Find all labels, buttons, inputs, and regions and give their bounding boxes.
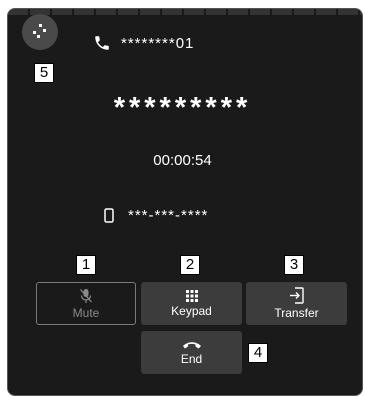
transfer-label: Transfer [274,306,319,320]
transfer-button[interactable]: Transfer [246,282,347,325]
mute-button[interactable]: Mute [36,282,136,325]
microphone-muted-icon [80,288,92,303]
call-list-icon [33,24,46,38]
mute-label: Mute [72,305,100,320]
callout-3: 3 [284,255,304,275]
end-label: End [180,351,203,366]
keypad-button[interactable]: Keypad [141,282,242,325]
mobile-number: ***-***-**** [128,207,209,224]
callout-1: 1 [76,255,96,275]
phone-icon [95,36,109,50]
end-call-button[interactable]: End [141,331,242,374]
callout-4: 4 [248,343,268,363]
caller-number-row: ********01 [93,34,194,52]
callout-5: 5 [34,63,54,83]
callout-2: 2 [180,255,200,275]
mobile-phone-icon [104,208,114,223]
figure-frame: 5 ********01 ********* 00:00:54 ***-***-… [0,0,365,397]
handset-hangup-icon [182,341,201,348]
keypad-label: Keypad [171,303,212,318]
top-status-strip [8,9,362,15]
call-duration: 00:00:54 [153,152,212,169]
mobile-number-row: ***-***-**** [104,207,208,224]
keypad-grid-icon [185,289,198,302]
call-list-button[interactable] [22,14,58,50]
caller-number: ********01 [121,34,195,52]
caller-name: ********* [113,92,252,124]
transfer-phone-icon [289,287,304,304]
